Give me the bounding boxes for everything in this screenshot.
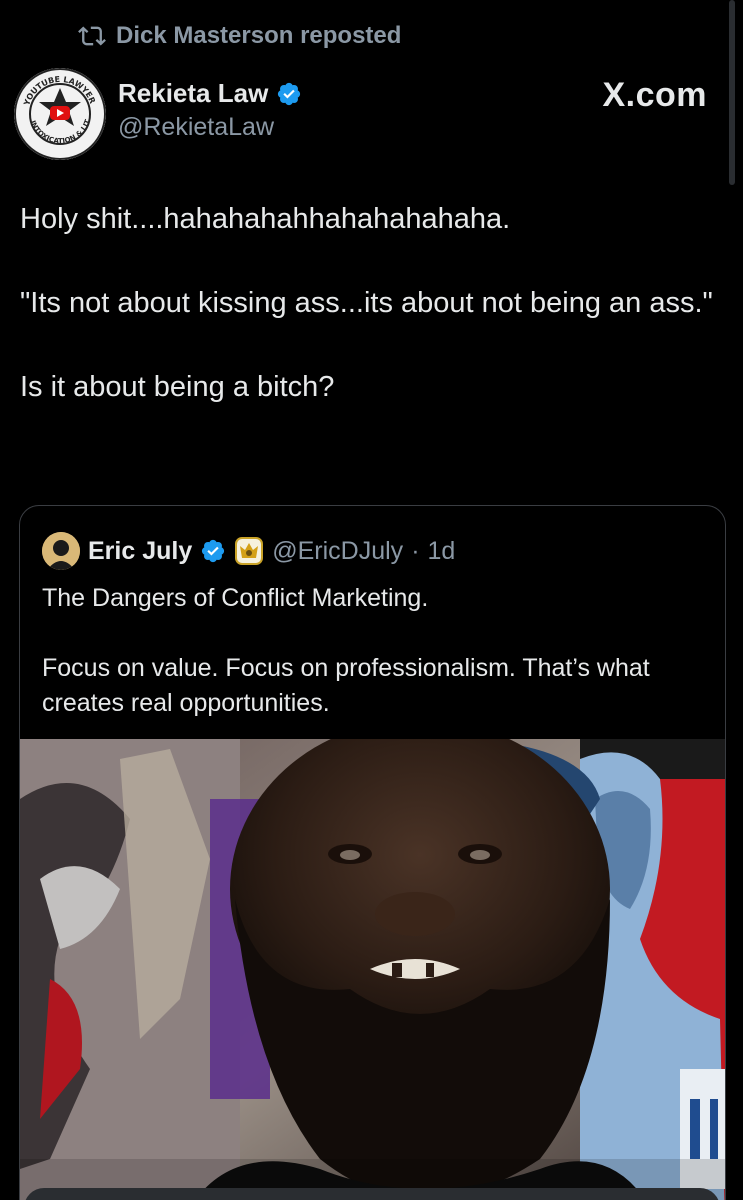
quoted-media-thumbnail[interactable] <box>20 739 725 1200</box>
quoted-post-header: Eric July @EricDJuly · 1d <box>42 532 455 570</box>
author-avatar[interactable]: YOUTUBE LAWYER INTOXICATION & LITIGATION <box>14 68 106 160</box>
quoted-author-handle[interactable]: @EricDJuly <box>272 537 403 566</box>
silhouette-avatar <box>42 532 80 570</box>
video-frame-illustration <box>20 739 725 1200</box>
bottom-input-bar[interactable] <box>24 1188 720 1200</box>
quoted-author-avatar[interactable] <box>42 532 80 570</box>
gold-crest-icon <box>235 537 264 565</box>
site-label: X.com <box>602 76 707 114</box>
author-handle[interactable]: @RekietaLaw <box>118 113 302 142</box>
author-block[interactable]: Rekieta Law @RekietaLaw <box>118 78 302 142</box>
quoted-post-text: The Dangers of Conflict Marketing. Focus… <box>42 581 702 756</box>
quoted-author-name[interactable]: Eric July <box>88 537 192 566</box>
repost-icon <box>78 26 106 46</box>
x-post-view: Dick Masterson reposted YOUTUBE LAWYER I… <box>0 0 743 1200</box>
author-name[interactable]: Rekieta Law <box>118 78 268 109</box>
meta-separator: · <box>411 536 420 565</box>
repost-indicator[interactable]: Dick Masterson reposted <box>78 22 401 50</box>
post-text-line: Is it about being a bitch? <box>20 371 335 403</box>
verified-badge-icon <box>202 539 225 563</box>
post-text: Holy shit....hahahahahhahahahahaha. "Its… <box>20 198 720 450</box>
post-text-line: Holy shit....hahahahahhahahahahaha. <box>20 203 511 235</box>
verified-badge-icon <box>278 82 301 105</box>
repost-label: Dick Masterson reposted <box>116 22 402 49</box>
scrollbar[interactable] <box>729 0 735 185</box>
post-text-line: "Its not about kissing ass...its about n… <box>20 287 713 319</box>
quoted-post-time[interactable]: 1d <box>428 537 456 566</box>
quoted-text-line: Focus on value. Focus on professionalism… <box>42 654 650 717</box>
lawyer-seal-logo: YOUTUBE LAWYER INTOXICATION & LITIGATION <box>14 68 106 160</box>
quoted-post-card[interactable]: Eric July @EricDJuly · 1d The Dangers of… <box>19 505 726 1200</box>
quoted-text-line: The Dangers of Conflict Marketing. <box>42 584 429 612</box>
